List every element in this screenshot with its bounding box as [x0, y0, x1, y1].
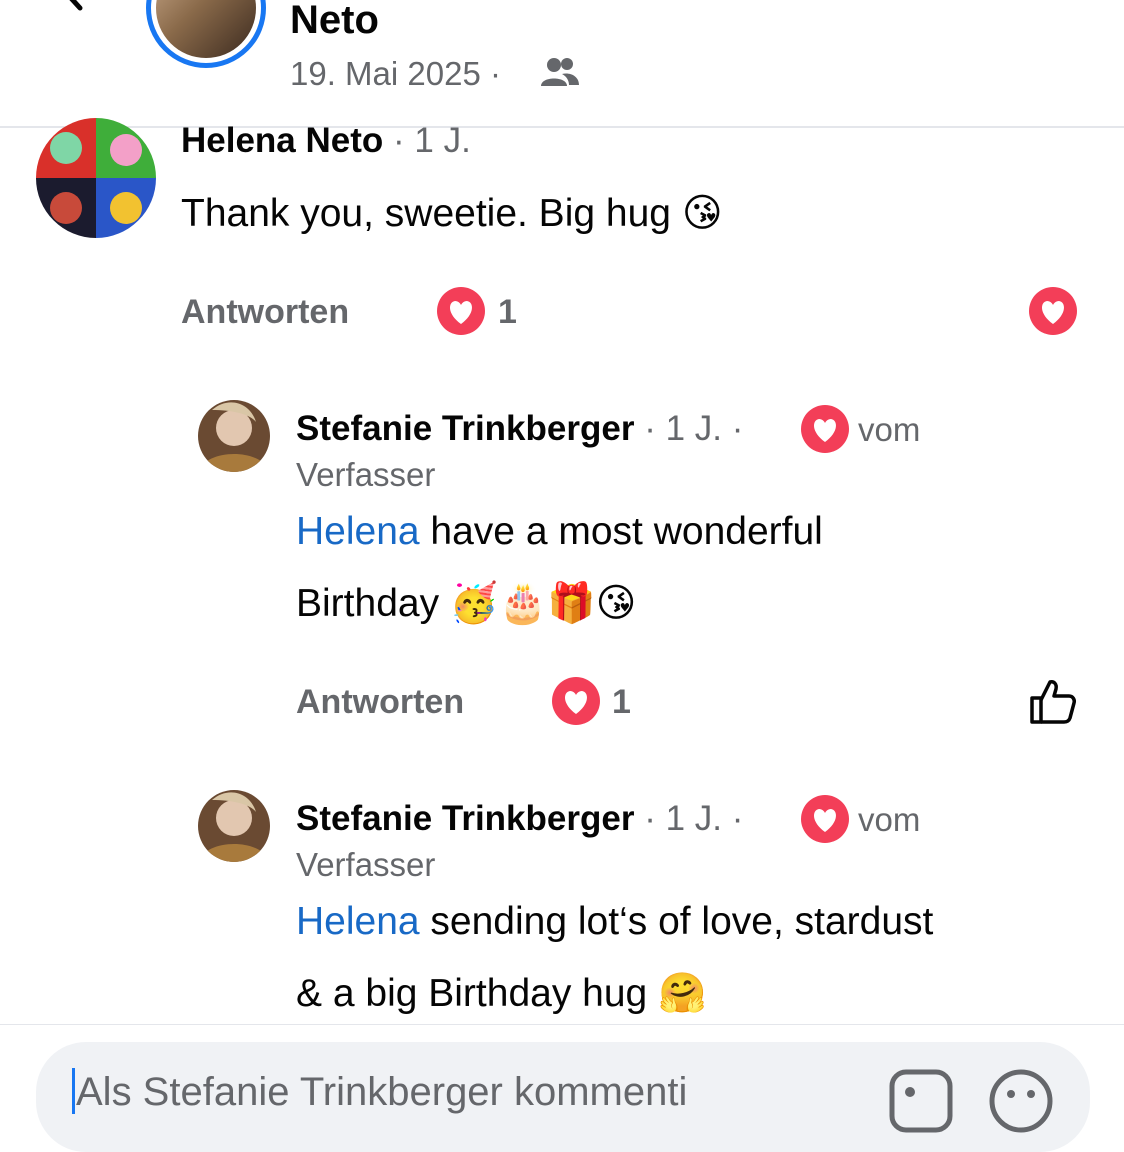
commenter-avatar-stefanie[interactable]: [198, 790, 270, 862]
more-icon[interactable]: [1024, 0, 1084, 10]
comment-author[interactable]: Stefanie Trinkberger · 1 J. ·: [296, 409, 743, 449]
commenter-avatar-stefanie[interactable]: [198, 400, 270, 472]
comment-author-name[interactable]: Stefanie Trinkberger: [296, 799, 634, 838]
mention-link[interactable]: Helena: [296, 900, 420, 943]
author-like-badge-prefix: vom: [858, 801, 921, 838]
audience-friends-icon: [541, 58, 579, 86]
comment-text: Helena have a most wonderful: [296, 496, 823, 568]
reaction-count[interactable]: 1: [498, 292, 517, 332]
comment-body-line1: have a most wonderful: [419, 510, 823, 553]
comment-input[interactable]: Als Stefanie Trinkberger kommenti: [36, 1042, 1090, 1152]
stefanie-avatar-image: [198, 400, 270, 472]
back-arrow-icon[interactable]: [46, 0, 86, 26]
comment-emoji: 🤗: [658, 971, 707, 1016]
comment-body-line2: & a big Birthday hug: [296, 972, 648, 1015]
author-like-badge-suffix: Verfasser: [296, 456, 436, 493]
post-date-separator: ·: [489, 55, 501, 92]
comment-body-line1: sending lot‘s of love, stardust: [419, 900, 934, 943]
comment-author-name[interactable]: Helena Neto: [181, 121, 383, 160]
mention-link[interactable]: Helena: [296, 510, 420, 553]
heart-reaction-icon[interactable]: [1028, 286, 1078, 336]
like-thumb-icon[interactable]: [1028, 676, 1078, 726]
author-avatar-photo: [156, 0, 256, 58]
comment-input-placeholder: Als Stefanie Trinkberger kommenti: [76, 1070, 688, 1114]
stefanie-avatar-image: [198, 790, 270, 862]
emoji-icon[interactable]: [986, 1066, 1056, 1136]
comment-text: Helena sending lot‘s of love, stardust: [296, 886, 933, 958]
author-like-badge-suffix: Verfasser: [296, 846, 436, 883]
reply-button[interactable]: Antworten: [181, 292, 349, 332]
comment-text: Birthday 🥳🎂🎁😘: [296, 568, 636, 640]
comment-time[interactable]: · 1 J.: [393, 121, 471, 160]
comment-time[interactable]: · 1 J. ·: [644, 799, 743, 838]
author-avatar[interactable]: [146, 0, 266, 68]
heart-reaction-icon: [801, 405, 849, 453]
comment-time[interactable]: · 1 J. ·: [644, 409, 743, 448]
heart-reaction-icon[interactable]: [436, 286, 486, 336]
helena-avatar-image: [36, 118, 156, 238]
comment-emoji: 😘: [681, 191, 723, 236]
reply-button[interactable]: Antworten: [296, 682, 464, 722]
heart-reaction-icon[interactable]: [551, 676, 601, 726]
comment-author[interactable]: Stefanie Trinkberger · 1 J. ·: [296, 799, 743, 839]
comment-emoji: 🥳🎂🎁😘: [449, 581, 637, 626]
heart-reaction-icon: [801, 795, 849, 843]
comment-author[interactable]: Helena Neto · 1 J.: [181, 121, 471, 161]
post-author-name[interactable]: Neto: [290, 0, 379, 44]
text-caret: [72, 1068, 75, 1114]
comment-body: Thank you, sweetie. Big hug: [181, 192, 671, 235]
post-date[interactable]: 19. Mai 2025 ·: [290, 54, 501, 94]
comment-text: & a big Birthday hug 🤗: [296, 958, 707, 1030]
comment-body-line2: Birthday: [296, 582, 440, 625]
sticker-icon[interactable]: [886, 1066, 956, 1136]
commenter-avatar-helena[interactable]: [36, 118, 156, 238]
reaction-count[interactable]: 1: [612, 682, 631, 722]
post-header: Neto 19. Mai 2025 ·: [0, 0, 1124, 128]
author-like-badge-prefix: vom: [858, 411, 921, 448]
comment-text: Thank you, sweetie. Big hug 😘: [181, 178, 722, 250]
post-date-text: 19. Mai 2025: [290, 55, 481, 92]
comment-author-name[interactable]: Stefanie Trinkberger: [296, 409, 634, 448]
